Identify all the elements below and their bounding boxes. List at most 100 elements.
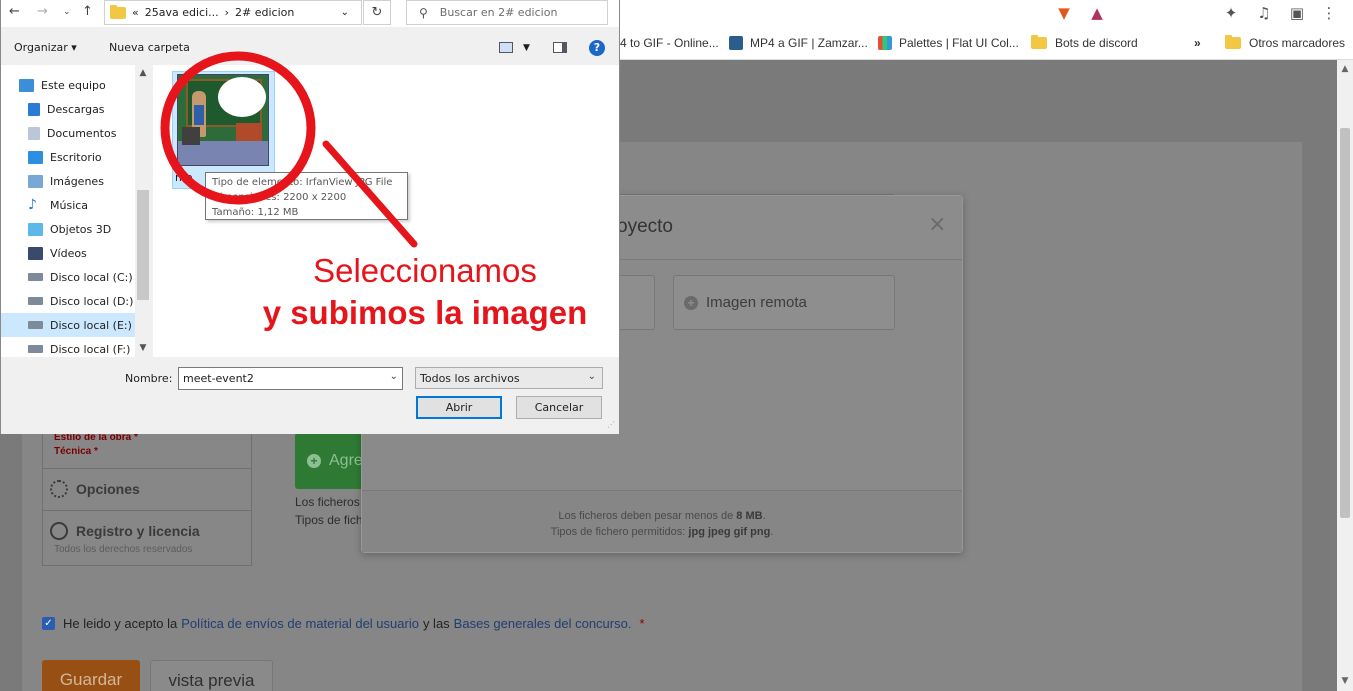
forward-icon[interactable]: →	[37, 4, 48, 19]
document-icon	[28, 126, 40, 140]
view-options-icon[interactable]	[499, 42, 513, 53]
bookmark-palettes[interactable]: Palettes | Flat UI Col...	[878, 33, 1019, 53]
breadcrumb-prefix[interactable]: «	[132, 6, 139, 19]
wallet-icon[interactable]: ▣	[1288, 4, 1306, 22]
rewards-icon[interactable]: ▲	[1088, 4, 1106, 22]
accept-prefix: He leido y acepto la	[63, 616, 178, 631]
tree-label: Disco local (E:)	[50, 318, 132, 332]
more-bookmarks-button[interactable]: »	[1194, 33, 1201, 53]
navigation-tree[interactable]: Este equipo Descargas Documentos Escrito…	[1, 65, 151, 357]
policy-link[interactable]: Política de envíos de material del usuar…	[181, 616, 419, 631]
extensions-icon[interactable]: ✦	[1222, 4, 1240, 22]
scroll-down-icon[interactable]: ▼	[137, 343, 149, 353]
scroll-up-icon[interactable]: ▲	[1340, 64, 1350, 74]
size-note: Los ficheros deben pesar menos de 8 MB.	[362, 508, 962, 524]
tree-label: Este equipo	[41, 78, 106, 92]
annotation-line-1: Seleccionamos	[313, 252, 537, 289]
tree-scrollbar[interactable]: ▲ ▼	[135, 65, 151, 357]
tree-item-videos[interactable]: Vídeos	[1, 241, 135, 265]
size-limit: 8 MB	[736, 510, 763, 522]
chevron-down-icon[interactable]: ⌄	[390, 371, 398, 382]
annotation-line-2: y subimos la imagen	[262, 294, 588, 331]
organize-label: Organizar	[14, 41, 68, 54]
drive-icon	[28, 297, 43, 305]
accept-row: ✓ He leido y acepto la Política de envío…	[42, 616, 645, 631]
bookmark-bots-discord[interactable]: Bots de discord	[1031, 33, 1138, 53]
technique-label: Técnica *	[54, 446, 98, 457]
file-type-select[interactable]: Todos los archivos ⌄	[415, 367, 603, 389]
save-button[interactable]: Guardar	[42, 660, 140, 691]
remote-image-label: Imagen remota	[706, 294, 807, 311]
brave-icon[interactable]: ▼	[1055, 4, 1073, 22]
folder-icon	[1225, 35, 1241, 49]
drive-icon	[28, 321, 43, 329]
breadcrumb-separator[interactable]: ›	[225, 6, 229, 19]
open-button[interactable]: Abrir	[416, 396, 502, 419]
tree-item-drive-f[interactable]: Disco local (F:)	[1, 337, 135, 357]
types-note: Tipos de fichero permitidos: jpg jpeg gi…	[362, 524, 962, 540]
allowed-types: jpg jpeg gif png	[688, 526, 771, 538]
file-name-label[interactable]: me	[175, 171, 192, 184]
breadcrumb-segment-2[interactable]: 2# edicion	[235, 6, 294, 19]
search-icon: ⚲	[419, 5, 428, 20]
tree-label: Disco local (C:)	[50, 270, 133, 284]
video-icon	[28, 246, 43, 260]
back-icon[interactable]: ←	[9, 4, 20, 19]
dialog-toolbar: Organizar ▾ Nueva carpeta ▼ ?	[1, 33, 619, 63]
scrollbar-thumb[interactable]	[137, 190, 149, 300]
image-thumbnail[interactable]	[177, 74, 269, 166]
music-icon: ♪	[28, 196, 37, 213]
license-title[interactable]: Registro y licencia	[76, 523, 200, 539]
chevron-down-icon[interactable]: ⌄	[588, 371, 596, 382]
tree-item-music[interactable]: ♪ Música	[1, 193, 135, 217]
file-name-input[interactable]: meet-event2 ⌄	[178, 367, 403, 390]
refresh-icon[interactable]: ↻	[363, 0, 391, 25]
tree-item-documents[interactable]: Documentos	[1, 121, 135, 145]
new-folder-button[interactable]: Nueva carpeta	[109, 41, 190, 54]
chevron-down-icon[interactable]: ⌄	[341, 7, 349, 18]
preview-pane-icon[interactable]	[553, 42, 567, 53]
scroll-up-icon[interactable]: ▲	[137, 68, 149, 78]
tree-item-drive-c[interactable]: Disco local (C:)	[1, 265, 135, 289]
folder-icon	[110, 4, 126, 19]
tree-label: Descargas	[47, 102, 105, 116]
tree-item-desktop[interactable]: Escritorio	[1, 145, 135, 169]
add-file-button[interactable]: + Agre	[295, 433, 365, 489]
drive-icon	[28, 345, 43, 353]
tree-item-pictures[interactable]: Imágenes	[1, 169, 135, 193]
preview-button[interactable]: vista previa	[150, 660, 273, 691]
tree-item-3d-objects[interactable]: Objetos 3D	[1, 217, 135, 241]
tree-label: Objetos 3D	[50, 222, 112, 236]
bookmark-other[interactable]: Otros marcadores	[1225, 33, 1345, 53]
accept-checkbox[interactable]: ✓	[42, 617, 55, 630]
divider	[43, 468, 251, 469]
page-scrollbar[interactable]: ▲ ▼	[1337, 60, 1353, 691]
rules-link[interactable]: Bases generales del concurso.	[454, 616, 632, 631]
organize-button[interactable]: Organizar ▾	[14, 41, 77, 54]
tree-item-drive-e[interactable]: Disco local (E:)	[1, 313, 135, 337]
help-icon[interactable]: ?	[589, 40, 605, 56]
cancel-button[interactable]: Cancelar	[516, 396, 602, 419]
files-note-2: Tipos de fich	[295, 513, 361, 527]
chevron-down-icon[interactable]: ▼	[523, 43, 530, 53]
tree-item-downloads[interactable]: Descargas	[1, 97, 135, 121]
address-bar[interactable]: « 25ava edici... › 2# edicion ⌄	[104, 0, 362, 25]
scroll-down-icon[interactable]: ▼	[1340, 676, 1350, 686]
breadcrumb-segment-1[interactable]: 25ava edici...	[145, 6, 219, 19]
remote-image-button[interactable]: + Imagen remota	[673, 275, 895, 330]
up-icon[interactable]: ↑	[82, 4, 93, 19]
recent-icon[interactable]: ⌄	[63, 7, 71, 17]
media-icon[interactable]: ♫	[1255, 4, 1273, 22]
options-title[interactable]: Opciones	[76, 481, 140, 497]
menu-icon[interactable]: ⋮	[1320, 4, 1338, 22]
tree-item-drive-d[interactable]: Disco local (D:)	[1, 289, 135, 313]
modal-title: oyecto	[617, 216, 673, 237]
close-icon[interactable]: ×	[928, 212, 946, 237]
tree-item-this-pc[interactable]: Este equipo	[1, 73, 135, 97]
scrollbar-thumb[interactable]	[1340, 128, 1350, 518]
bookmark-gif-online[interactable]: 4 to GIF - Online...	[620, 33, 719, 53]
resize-grip-icon[interactable]: ⋰	[607, 420, 615, 429]
bookmark-zamzar[interactable]: MP4 a GIF | Zamzar...	[729, 33, 868, 53]
folder-icon	[1031, 35, 1047, 49]
search-input[interactable]: ⚲ Buscar en 2# edicion	[406, 0, 608, 25]
